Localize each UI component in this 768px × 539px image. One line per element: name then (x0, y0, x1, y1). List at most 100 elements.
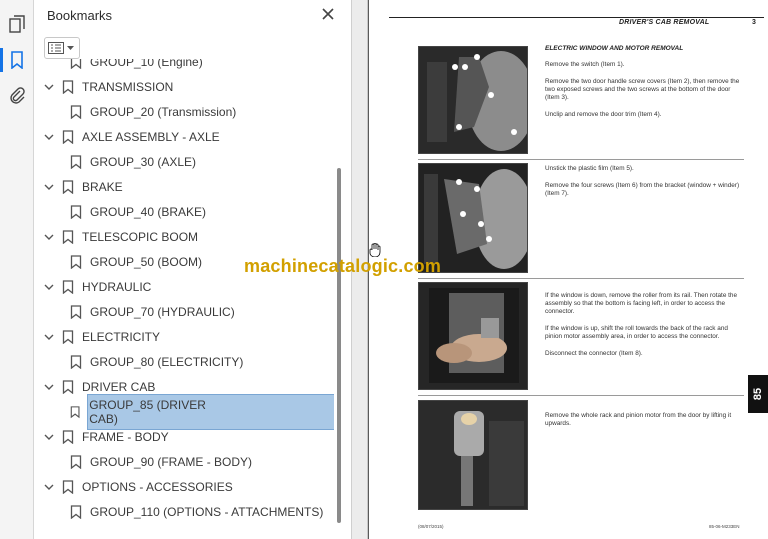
bookmark-icon (62, 80, 74, 94)
chevron-down-icon[interactable] (42, 380, 56, 394)
bookmark-label: HYDRAULIC (82, 280, 152, 294)
list-options-icon (48, 42, 64, 54)
bookmark-item[interactable]: GROUP_10 (Engine) (70, 59, 203, 73)
chevron-down-icon[interactable] (42, 80, 56, 94)
bookmark-label: OPTIONS - ACCESSORIES (82, 480, 233, 494)
bookmark-item[interactable]: GROUP_30 (AXLE) (70, 151, 196, 173)
attachments-icon[interactable] (5, 83, 29, 107)
bookmark-item[interactable]: GROUP_90 (FRAME - BODY) (70, 451, 252, 473)
bookmark-icon (62, 280, 74, 294)
bookmark-group[interactable]: TELESCOPIC BOOM (42, 226, 198, 248)
instruction: Disconnect the connector (Item 8). (545, 350, 643, 357)
bookmark-icon (70, 155, 82, 169)
bookmark-icon (62, 480, 74, 494)
scrollbar-thumb[interactable] (337, 168, 341, 523)
bookmark-group[interactable]: AXLE ASSEMBLY - AXLE (42, 126, 220, 148)
bookmark-options-button[interactable] (44, 37, 80, 59)
bookmark-group[interactable]: ELECTRICITY (42, 326, 160, 348)
chevron-down-icon[interactable] (42, 180, 56, 194)
bookmark-icon (70, 406, 80, 419)
instruction: Remove the switch (Item 1). (545, 61, 625, 68)
bookmarks-icon[interactable] (0, 48, 29, 72)
chevron-down-icon (67, 45, 74, 50)
text-block-2: Unstick the plastic film (Item 5). Remov… (545, 165, 745, 207)
photo-connector (418, 282, 528, 390)
section-title: ELECTRIC WINDOW AND MOTOR REMOVAL (545, 45, 684, 52)
section-tab: 85 (748, 375, 768, 413)
chevron-down-icon[interactable] (42, 430, 56, 444)
section-divider (418, 278, 744, 279)
close-icon[interactable] (319, 5, 337, 23)
section-divider (418, 395, 744, 396)
bookmark-group[interactable]: FRAME - BODY (42, 426, 169, 448)
bookmark-icon (62, 230, 74, 244)
bookmark-item[interactable]: GROUP_20 (Transmission) (70, 101, 236, 123)
bookmark-group[interactable]: HYDRAULIC (42, 276, 151, 298)
bookmark-label: GROUP_20 (Transmission) (90, 105, 237, 119)
bookmark-label: TRANSMISSION (82, 80, 174, 94)
bookmark-label: GROUP_70 (HYDRAULIC) (90, 305, 235, 319)
bookmark-label: ELECTRICITY (82, 330, 161, 344)
bookmark-group[interactable]: OPTIONS - ACCESSORIES (42, 476, 233, 498)
bookmark-label: GROUP_50 (BOOM) (90, 255, 203, 269)
bookmark-label: TELESCOPIC BOOM (82, 230, 199, 244)
chevron-down-icon[interactable] (42, 130, 56, 144)
bookmark-icon (62, 380, 74, 394)
bookmark-icon (70, 205, 82, 219)
bookmark-icon (62, 180, 74, 194)
panel-title: Bookmarks (47, 8, 113, 23)
bookmark-label: GROUP_110 (OPTIONS - ATTACHMENTS) (90, 505, 324, 519)
bookmark-icon (62, 130, 74, 144)
bookmark-icon (70, 305, 82, 319)
instruction: Unclip and remove the door trim (Item 4)… (545, 111, 662, 118)
bookmark-group[interactable]: TRANSMISSION (42, 76, 173, 98)
bookmark-group[interactable]: BRAKE (42, 176, 123, 198)
bookmark-item[interactable]: GROUP_40 (BRAKE) (70, 201, 206, 223)
bookmark-item[interactable]: GROUP_80 (ELECTRICITY) (70, 351, 243, 373)
bookmark-icon (70, 455, 82, 469)
bookmark-item[interactable]: GROUP_110 (OPTIONS - ATTACHMENTS) (70, 501, 323, 523)
bookmark-label: FRAME - BODY (82, 430, 169, 444)
hand-cursor-icon (369, 242, 381, 262)
instruction: Remove the two door handle screw covers … (545, 78, 740, 101)
bookmark-label: GROUP_10 (Engine) (90, 59, 203, 69)
header-title: DRIVER'S CAB REMOVAL (619, 19, 710, 26)
bookmark-icon (62, 430, 74, 444)
bookmark-icon (62, 330, 74, 344)
header-rule (389, 17, 764, 18)
text-block-1: ELECTRIC WINDOW AND MOTOR REMOVAL Remove… (545, 45, 745, 128)
watermark: machinecatalogic.com (244, 256, 442, 276)
bookmark-item[interactable]: GROUP_50 (BOOM) (70, 251, 202, 273)
instruction: If the window is up, shift the roll towa… (545, 325, 728, 340)
photo-door-trim (418, 46, 528, 154)
bookmark-item[interactable]: GROUP_70 (HYDRAULIC) (70, 301, 235, 323)
section-tab-label: 85 (752, 387, 764, 401)
chevron-down-icon[interactable] (42, 280, 56, 294)
bookmark-icon (70, 355, 82, 369)
section-divider (418, 159, 744, 160)
instruction: Unstick the plastic film (Item 5). (545, 165, 634, 172)
bookmark-label: GROUP_80 (ELECTRICITY) (90, 355, 244, 369)
photo-motor (418, 400, 528, 510)
footer-code: 85-06-M233EN (709, 524, 740, 529)
header-page-number: 3 (752, 19, 756, 26)
text-block-4: Remove the whole rack and pinion motor f… (545, 412, 745, 437)
bookmark-label: BRAKE (82, 180, 123, 194)
bookmark-label: AXLE ASSEMBLY - AXLE (82, 130, 220, 144)
chevron-down-icon[interactable] (42, 330, 56, 344)
footer-date: (08/07/2015) (418, 524, 444, 529)
bookmark-label: GROUP_85 (DRIVER CAB) (87, 394, 334, 430)
bookmark-label: DRIVER CAB (82, 380, 156, 394)
text-block-3: If the window is down, remove the roller… (545, 292, 745, 367)
chevron-down-icon[interactable] (42, 480, 56, 494)
bookmark-icon (70, 255, 82, 269)
bookmark-icon (70, 505, 82, 519)
bookmark-label: GROUP_90 (FRAME - BODY) (90, 455, 253, 469)
pages-icon[interactable] (5, 12, 29, 36)
instruction: If the window is down, remove the roller… (545, 292, 738, 315)
bookmark-icon (70, 59, 82, 69)
bookmark-label: GROUP_30 (AXLE) (90, 155, 197, 169)
chevron-down-icon[interactable] (42, 230, 56, 244)
bookmark-item[interactable]: GROUP_85 (DRIVER CAB) (70, 394, 334, 430)
tool-rail (0, 0, 34, 539)
